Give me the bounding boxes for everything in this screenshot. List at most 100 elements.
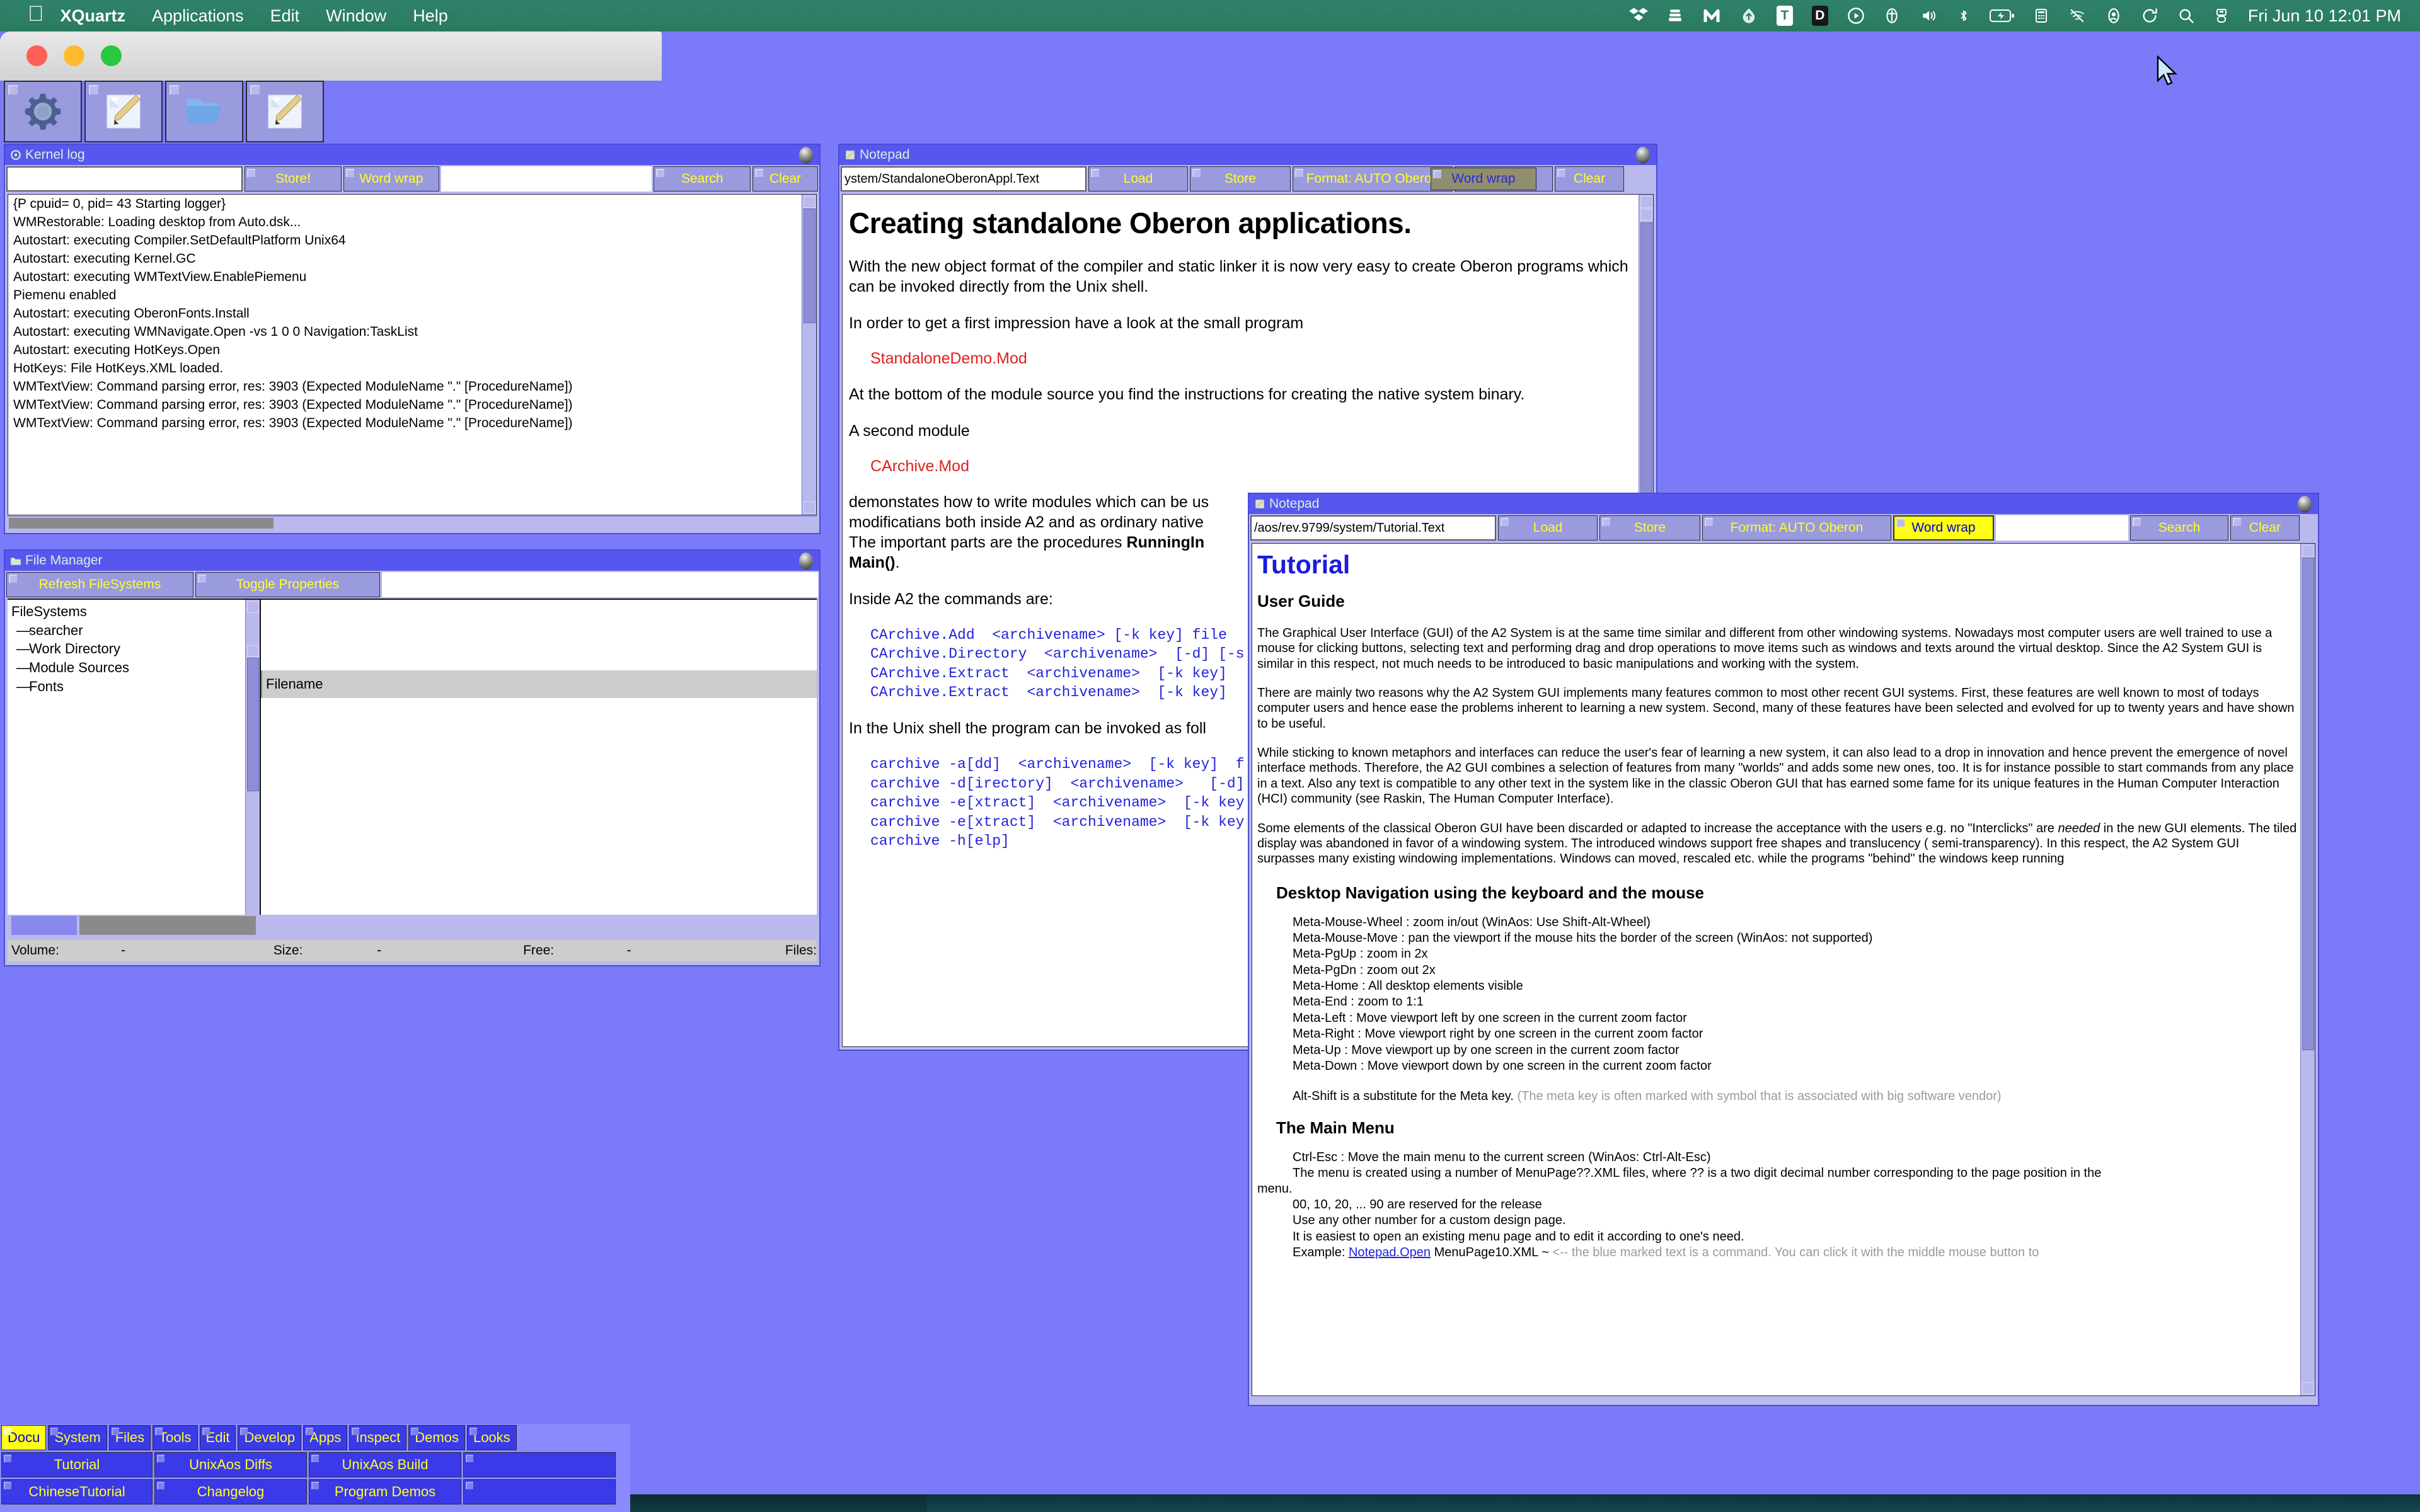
- menu-item-chinese-tutorial[interactable]: ChineseTutorial: [1, 1479, 153, 1504]
- menu-category-docu[interactable]: Docu: [1, 1425, 47, 1450]
- window-resize-knob[interactable]: [2298, 496, 2312, 513]
- refresh-filesystems-button[interactable]: Refresh FileSystems: [6, 572, 193, 597]
- kernel-log-output[interactable]: {P cpuid= 0, pid= 43 Starting logger} WMR…: [8, 194, 817, 515]
- file-manager-path-input[interactable]: [382, 572, 818, 597]
- tree-item-fonts[interactable]: Fonts: [10, 677, 260, 696]
- notepad-oberon-titlebar[interactable]: Notepad: [839, 145, 1656, 165]
- notepad-tutorial-window[interactable]: Notepad /aos/rev.9799/system/Tutorial.Te…: [1248, 493, 2319, 1406]
- notepad-tutorial-titlebar[interactable]: Notepad: [1249, 494, 2318, 514]
- backup-upload-icon[interactable]: [1740, 0, 1758, 32]
- menu-category-apps[interactable]: Apps: [303, 1425, 348, 1450]
- menu-item-unixaos-diffs[interactable]: UnixAos Diffs: [154, 1452, 307, 1477]
- menu-category-edit[interactable]: Edit: [199, 1425, 236, 1450]
- sync-icon[interactable]: [2141, 0, 2158, 32]
- notepad-tutorial-load-button[interactable]: Load: [1498, 515, 1598, 541]
- kernel-log-search-button[interactable]: Search: [654, 166, 751, 192]
- tree-vscrollbar[interactable]: [245, 600, 260, 915]
- notepad-tutorial-wordwrap-button[interactable]: Word wrap: [1893, 515, 1994, 541]
- kernel-log-titlebar[interactable]: Kernel log: [5, 145, 819, 165]
- window-resize-knob[interactable]: [799, 147, 813, 164]
- notepad-tutorial-vscrollbar[interactable]: [2300, 544, 2315, 1395]
- oberon-doc-link-carchive[interactable]: CArchive.Mod: [870, 457, 1637, 476]
- wifi-off-icon[interactable]: [2068, 0, 2087, 32]
- dock-notepad-button[interactable]: [84, 81, 163, 142]
- notepad-oberon-load-button[interactable]: Load: [1088, 166, 1188, 192]
- menu-item-applications[interactable]: Applications: [152, 6, 244, 26]
- notepad-tutorial-format-button[interactable]: Format: AUTO Oberon: [1702, 515, 1891, 541]
- menu-item-tutorial[interactable]: Tutorial: [1, 1452, 153, 1477]
- file-list-header[interactable]: Filename: [261, 670, 817, 698]
- menu-item-row2-empty[interactable]: [463, 1479, 616, 1504]
- toggle-properties-button[interactable]: Toggle Properties: [195, 572, 380, 597]
- minimize-button[interactable]: [64, 45, 84, 66]
- dock-notepad2-button[interactable]: [246, 81, 324, 142]
- notepad-oberon-store-button[interactable]: Store: [1190, 166, 1291, 192]
- bluetooth-icon[interactable]: [1957, 0, 1971, 32]
- kernel-log-search-input[interactable]: [441, 166, 652, 192]
- menu-item-unixaos-build[interactable]: UnixAos Build: [309, 1452, 461, 1477]
- notepad-oberon-wordwrap-dragged-button[interactable]: Word wrap: [1431, 168, 1536, 190]
- window-resize-knob[interactable]: [1636, 147, 1650, 164]
- kernel-log-vscrollbar[interactable]: [802, 195, 816, 515]
- menu-item-program-demos[interactable]: Program Demos: [309, 1479, 461, 1504]
- accessibility-icon[interactable]: [1884, 0, 1900, 32]
- tree-root-label[interactable]: FileSystems: [10, 602, 260, 621]
- stack-icon[interactable]: [1667, 0, 1683, 32]
- menu-item-edit[interactable]: Edit: [270, 6, 300, 26]
- kernel-log-clear-button[interactable]: Clear: [752, 166, 818, 192]
- kernel-log-hscrollbar[interactable]: [8, 516, 817, 530]
- dock-filemanager-button[interactable]: [165, 81, 243, 142]
- file-manager-tree-hscroll[interactable]: [9, 915, 260, 936]
- notepad-tutorial-search-input[interactable]: [1996, 515, 2128, 541]
- user-account-icon[interactable]: [2106, 0, 2122, 32]
- notepad-oberon-clear-button[interactable]: Clear: [1555, 166, 1624, 192]
- close-button[interactable]: [26, 45, 47, 66]
- kernel-log-window[interactable]: Kernel log Store! Word wrap Search Clear…: [4, 144, 821, 534]
- tree-item-searcher[interactable]: searcher: [10, 621, 260, 640]
- dropbox-dark-icon[interactable]: D: [1811, 0, 1828, 32]
- notepad-tutorial-path-input[interactable]: /aos/rev.9799/system/Tutorial.Text: [1250, 515, 1496, 541]
- tree-hscroll-thumb[interactable]: [11, 916, 77, 935]
- notepad-oberon-format-button[interactable]: Format: AUTO Oberon: [1293, 166, 1453, 192]
- dock-gear-button[interactable]: [4, 81, 82, 142]
- menu-category-tools[interactable]: Tools: [153, 1425, 198, 1450]
- file-manager-window[interactable]: File Manager Refresh FileSystems Toggle …: [4, 549, 821, 966]
- kernel-log-path-input[interactable]: [6, 166, 243, 192]
- notepad-tutorial-store-button[interactable]: Store: [1599, 515, 1700, 541]
- dropbox-icon[interactable]: [1628, 0, 1648, 32]
- tree-item-work-directory[interactable]: Work Directory: [10, 639, 260, 658]
- oberon-doc-link-standalonedemo[interactable]: StandaloneDemo.Mod: [870, 350, 1637, 368]
- notepad-tutorial-search-button[interactable]: Search: [2130, 515, 2228, 541]
- battery-charging-icon[interactable]: [1989, 0, 2015, 32]
- menu-category-files[interactable]: Files: [108, 1425, 151, 1450]
- display-icon[interactable]: [2214, 0, 2229, 32]
- filesystem-tree-pane[interactable]: FileSystems searcher Work Directory Modu…: [8, 600, 261, 915]
- textexpander-icon[interactable]: T: [1776, 0, 1793, 32]
- menu-item-changelog[interactable]: Changelog: [154, 1479, 307, 1504]
- menu-category-looks[interactable]: Looks: [466, 1425, 517, 1450]
- menu-item-xquartz[interactable]: XQuartz: [60, 6, 126, 26]
- notepad-tutorial-document[interactable]: Tutorial User Guide The Graphical User I…: [1252, 543, 2315, 1396]
- file-list-pane[interactable]: Filename: [261, 600, 817, 915]
- menu-category-develop[interactable]: Develop: [238, 1425, 302, 1450]
- menu-item-help[interactable]: Help: [413, 6, 448, 26]
- menu-category-demos[interactable]: Demos: [408, 1425, 465, 1450]
- menu-category-inspect[interactable]: Inspect: [349, 1425, 407, 1450]
- menu-category-system[interactable]: System: [48, 1425, 107, 1450]
- kernel-log-store-button[interactable]: Store!: [245, 166, 342, 192]
- tree-item-module-sources[interactable]: Module Sources: [10, 658, 260, 677]
- malwarebytes-icon[interactable]: [1702, 0, 1721, 32]
- notepad-tutorial-clear-button[interactable]: Clear: [2230, 515, 2300, 541]
- file-manager-titlebar[interactable]: File Manager: [5, 551, 819, 571]
- volume-icon[interactable]: [1919, 0, 1938, 32]
- calculator-icon[interactable]: [2034, 0, 2049, 32]
- record-icon[interactable]: [1847, 0, 1865, 32]
- kernel-log-wordwrap-button[interactable]: Word wrap: [343, 166, 439, 192]
- menu-item-window[interactable]: Window: [326, 6, 386, 26]
- menu-item-row1-empty[interactable]: [463, 1452, 616, 1477]
- search-icon[interactable]: [2177, 0, 2195, 32]
- menubar-clock[interactable]: Fri Jun 10 12:01 PM: [2248, 6, 2401, 26]
- example-command-link[interactable]: Notepad.Open: [1349, 1246, 1431, 1259]
- apple-menu-icon[interactable]: : [28, 3, 44, 25]
- maximize-button[interactable]: [101, 45, 122, 66]
